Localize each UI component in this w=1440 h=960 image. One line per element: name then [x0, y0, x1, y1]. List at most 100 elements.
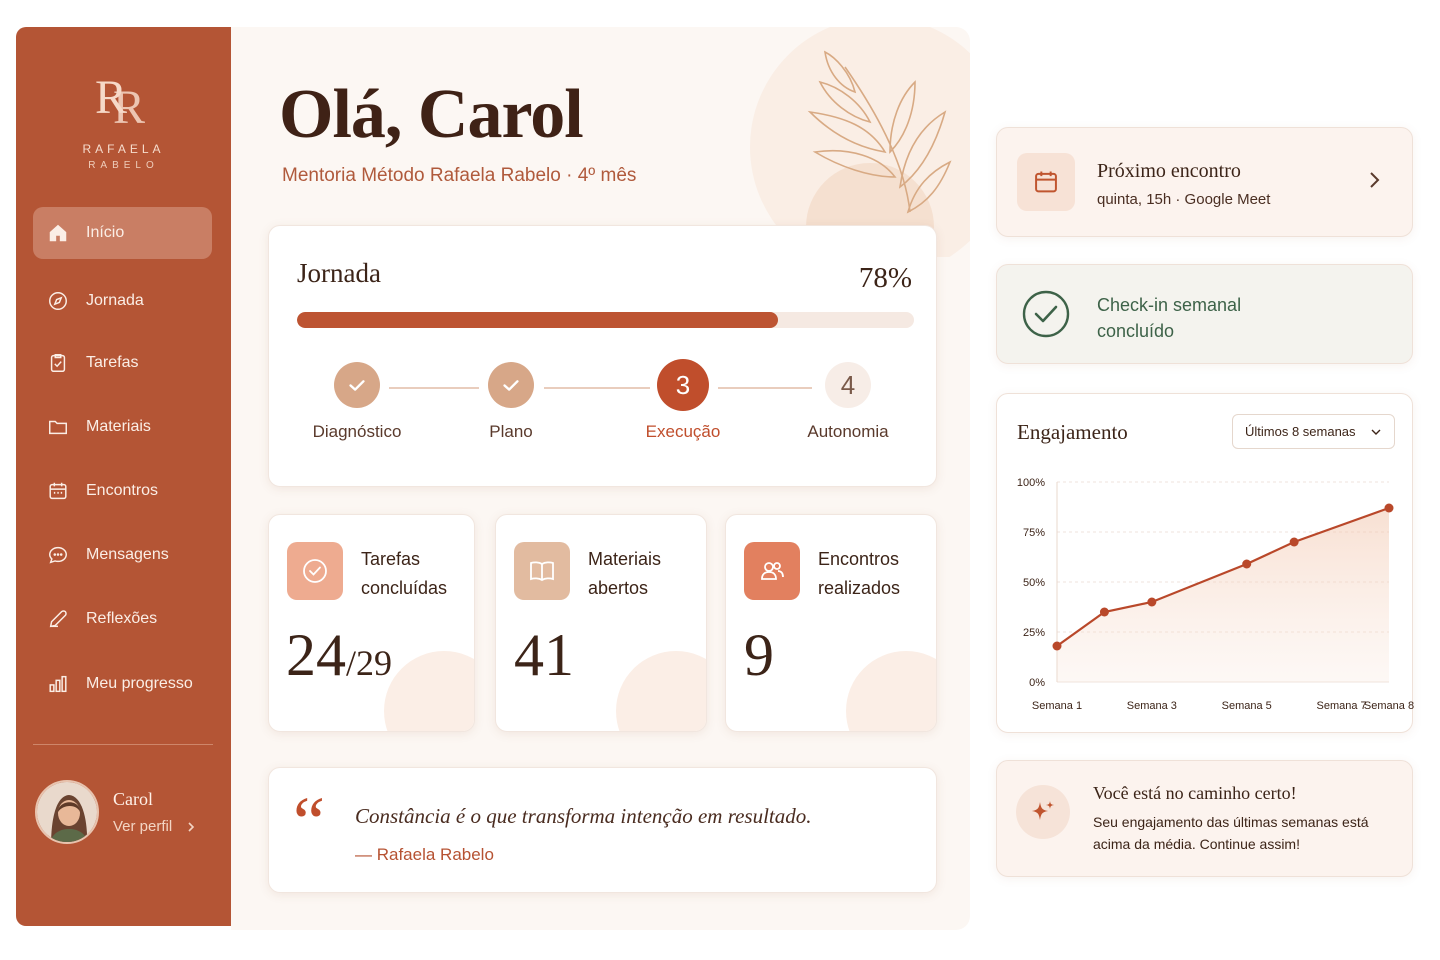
- quote-text: Constância é o que transforma intenção e…: [355, 804, 812, 828]
- next-meeting-title: Próximo encontro: [1097, 160, 1241, 182]
- sidebar: R R RAFAELA RABELO Início Jornada Tarefa…: [16, 27, 231, 926]
- data-point: [1052, 641, 1062, 651]
- data-point: [1147, 597, 1157, 607]
- engagement-chart: 0% 25% 50% 75% 100% Semana 1 Semana 3 Semana 5 S…: [1017, 477, 1414, 712]
- quote-card: “ Constância é o que transforma intenção…: [268, 767, 937, 893]
- check-icon: [334, 362, 380, 408]
- step-label: Autonomia: [807, 422, 889, 441]
- brand-logo[interactable]: R R RAFAELA RABELO: [16, 67, 231, 171]
- next-meeting-card[interactable]: Próximo encontro quinta, 15h · Google Me…: [996, 127, 1413, 237]
- step-label: Diagnóstico: [312, 422, 402, 441]
- check-circle-icon: [287, 542, 343, 600]
- sidebar-item-encontros[interactable]: Encontros: [33, 465, 212, 517]
- stat-label-line: abertos: [588, 578, 649, 598]
- x-tick-label: Semana 3: [1127, 700, 1177, 712]
- svg-text:R: R: [113, 81, 145, 129]
- engagement-card: Engajamento Últimos 8 semanas 0% 25% 50% 75…: [996, 393, 1414, 733]
- decorative-blob: [616, 651, 706, 731]
- sidebar-item-jornada[interactable]: Jornada: [33, 275, 212, 327]
- step-plano[interactable]: Plano: [446, 362, 576, 442]
- brand-name: RAFAELA: [82, 142, 165, 156]
- leaf-decoration: [750, 27, 970, 257]
- clipboard-check-icon: [47, 352, 69, 374]
- sidebar-item-mensagens[interactable]: Mensagens: [33, 529, 212, 581]
- x-tick-label: Semana 8: [1364, 700, 1414, 712]
- decorative-blob: [384, 651, 474, 731]
- journey-steps: Diagnóstico Plano 3 Execução 4 Autonomia: [269, 359, 936, 462]
- journey-percent: 78%: [858, 262, 912, 294]
- sidebar-item-materiais[interactable]: Materiais: [33, 401, 212, 453]
- view-profile-link[interactable]: Ver perfil: [113, 818, 196, 835]
- sidebar-item-label: Jornada: [86, 292, 144, 309]
- check-icon: [488, 362, 534, 408]
- sidebar-item-label: Mensagens: [86, 546, 169, 563]
- people-icon: [744, 542, 800, 600]
- sidebar-item-label: Início: [86, 224, 125, 241]
- weekly-checkin-card[interactable]: Check-in semanal concluído: [996, 264, 1413, 364]
- stat-label-line: Materiais: [588, 549, 662, 569]
- sidebar-item-label: Encontros: [86, 482, 159, 499]
- y-tick-label: 0%: [1029, 677, 1045, 689]
- compass-icon: [47, 290, 69, 312]
- y-tick-label: 100%: [1017, 477, 1045, 489]
- next-meeting-detail: quinta, 15h · Google Meet: [1097, 191, 1271, 208]
- meetings-stat-label: Encontros realizados: [818, 545, 900, 603]
- sidebar-divider: [33, 744, 213, 745]
- journey-progress-fill: [297, 312, 779, 328]
- meetings-stat-card[interactable]: Encontros realizados 9: [725, 514, 937, 732]
- page-title: Olá, Carol: [279, 76, 584, 153]
- pen-icon: [47, 608, 69, 630]
- data-point: [1384, 503, 1394, 513]
- check-circle-icon: [1022, 290, 1070, 338]
- quote-author: — Rafaela Rabelo: [355, 845, 494, 864]
- chevron-right-icon[interactable]: [1368, 168, 1382, 192]
- tasks-stat-value: 24/29: [286, 621, 392, 690]
- encouragement-title: Você está no caminho certo!: [1093, 783, 1297, 803]
- profile-link[interactable]: Carol Ver perfil: [35, 779, 215, 845]
- main-panel: Olá, Carol Mentoria Método Rafaela Rabel…: [231, 27, 970, 930]
- step-diagnostico[interactable]: Diagnóstico: [292, 362, 422, 442]
- materials-stat-value: 41: [514, 622, 574, 688]
- materials-stat-label: Materiais abertos: [588, 545, 661, 603]
- step-number: 4: [825, 362, 871, 408]
- stat-label-line: Tarefas: [361, 549, 421, 569]
- calendar-icon: [47, 480, 69, 502]
- stat-label-line: concluídas: [361, 578, 448, 598]
- stat-label-line: Encontros: [818, 549, 900, 569]
- tasks-total-count: /29: [346, 643, 393, 683]
- sidebar-item-reflexoes[interactable]: Reflexões: [33, 593, 212, 645]
- step-autonomia[interactable]: 4 Autonomia: [783, 362, 913, 442]
- avatar: [35, 780, 99, 844]
- step-number: 3: [657, 359, 709, 411]
- page-subtitle: Mentoria Método Rafaela Rabelo · 4º mês: [282, 165, 637, 186]
- meetings-stat-value: 9: [744, 622, 774, 688]
- step-label: Execução: [645, 422, 721, 441]
- home-icon: [47, 222, 69, 244]
- monogram-logo: R R: [95, 71, 145, 134]
- sidebar-item-inicio[interactable]: Início: [33, 207, 212, 259]
- sidebar-item-meu-progresso[interactable]: Meu progresso: [33, 658, 212, 710]
- data-point: [1289, 537, 1299, 547]
- folder-icon: [47, 416, 69, 438]
- data-point: [1099, 607, 1109, 617]
- open-book-icon: [514, 542, 570, 600]
- chat-bubble-icon: [47, 544, 69, 566]
- profile-name: Carol: [113, 789, 153, 809]
- sidebar-item-label: Reflexões: [86, 610, 158, 627]
- sidebar-item-tarefas[interactable]: Tarefas: [33, 337, 212, 389]
- sidebar-item-label: Tarefas: [86, 354, 139, 371]
- y-tick-label: 25%: [1023, 627, 1045, 639]
- y-tick-label: 75%: [1023, 527, 1045, 539]
- journey-card[interactable]: Jornada 78% Diagnóstico Plano 3 Execução…: [268, 225, 937, 487]
- x-tick-label: Semana 7: [1316, 700, 1366, 712]
- quote-mark-icon: “: [293, 782, 325, 862]
- materials-stat-card[interactable]: Materiais abertos 41: [495, 514, 707, 732]
- decorative-blob: [846, 651, 936, 731]
- tasks-stat-card[interactable]: Tarefas concluídas 24/29: [268, 514, 475, 732]
- step-execucao[interactable]: 3 Execução: [618, 359, 748, 442]
- encouragement-text: Seu engajamento das últimas semanas está…: [1093, 814, 1369, 852]
- data-point: [1242, 559, 1252, 569]
- engagement-area: [1057, 508, 1389, 682]
- chevron-right-icon: [188, 821, 195, 832]
- brand-surname: RABELO: [88, 160, 159, 171]
